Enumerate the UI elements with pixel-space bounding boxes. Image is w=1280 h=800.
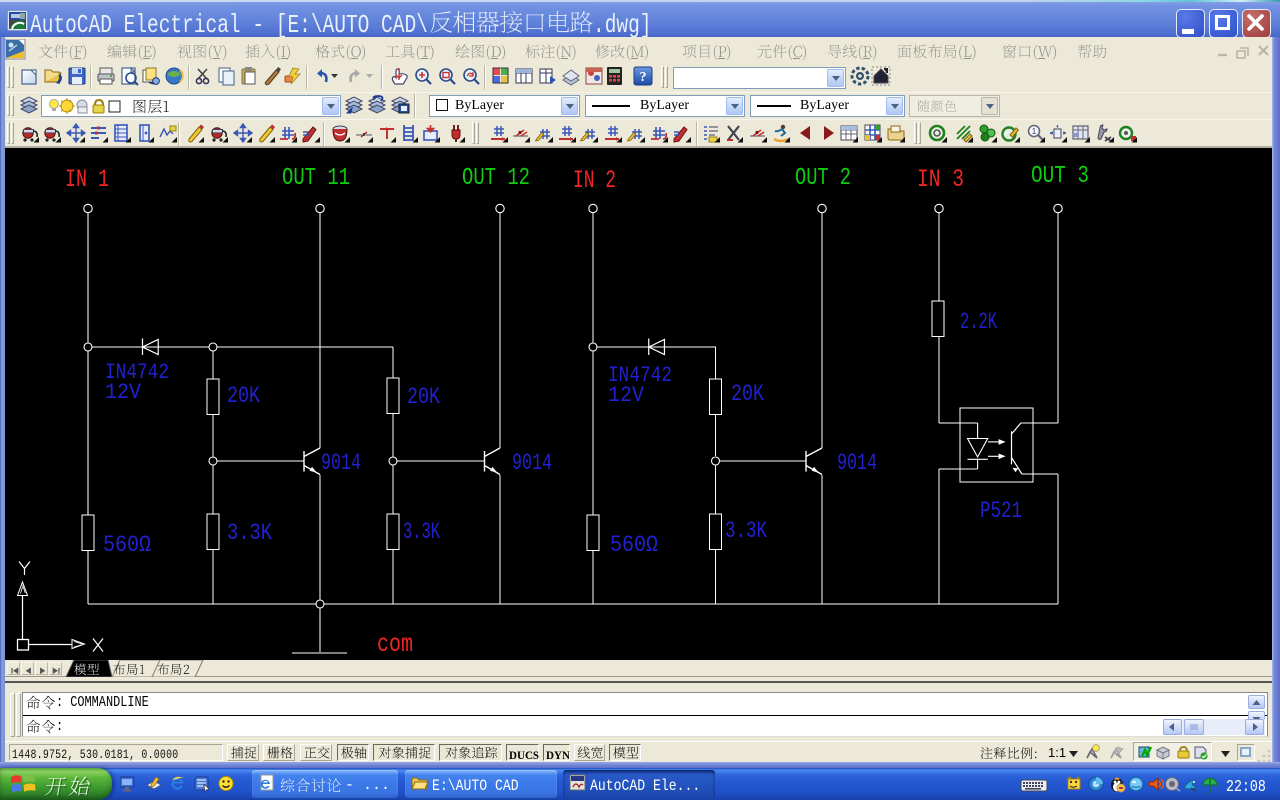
svg-text:IN 3: IN 3 bbox=[917, 165, 964, 194]
svg-text:12V: 12V bbox=[608, 383, 645, 408]
svg-text:3.3K: 3.3K bbox=[227, 520, 272, 546]
svg-text:12V: 12V bbox=[105, 380, 142, 405]
svg-text:OUT 3: OUT 3 bbox=[1031, 163, 1089, 190]
svg-text:9014: 9014 bbox=[837, 450, 877, 476]
svg-text:?: ? bbox=[640, 70, 647, 85]
svg-text:com: com bbox=[377, 630, 413, 659]
svg-text:IN 2: IN 2 bbox=[573, 166, 616, 195]
svg-text:20K: 20K bbox=[227, 383, 260, 409]
svg-text:1: 1 bbox=[1032, 127, 1037, 136]
svg-text:20K: 20K bbox=[731, 381, 764, 407]
svg-text:3.3K: 3.3K bbox=[725, 518, 767, 544]
svg-text:560Ω: 560Ω bbox=[103, 532, 151, 558]
svg-text:9014: 9014 bbox=[321, 450, 361, 476]
svg-text:IN 1: IN 1 bbox=[65, 165, 109, 194]
svg-text:OUT 11: OUT 11 bbox=[282, 165, 350, 192]
svg-text:2.2K: 2.2K bbox=[960, 309, 997, 335]
svg-text:9014: 9014 bbox=[512, 450, 552, 476]
svg-text:560Ω: 560Ω bbox=[610, 532, 658, 558]
svg-text:3.3K: 3.3K bbox=[403, 519, 440, 545]
svg-text:OUT 12: OUT 12 bbox=[462, 165, 530, 192]
svg-text:P521: P521 bbox=[980, 498, 1022, 524]
svg-text:20K: 20K bbox=[407, 384, 440, 410]
svg-text:OUT 2: OUT 2 bbox=[795, 165, 851, 192]
